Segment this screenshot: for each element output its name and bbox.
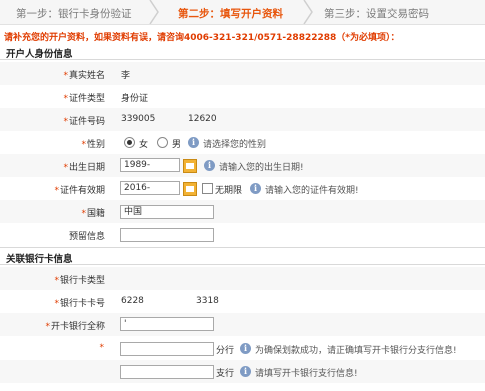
row-birth-date: *出生日期 1989- i 请输入您的出生日期! xyxy=(0,154,485,177)
sub-branch-input[interactable] xyxy=(120,365,214,379)
card-number-value-prefix: 6228 xyxy=(121,296,144,306)
card-type-label: *银行卡类型 xyxy=(54,276,105,286)
branch-suffix: 分行 xyxy=(216,346,235,356)
birth-date-hint: 请输入您的出生日期! xyxy=(219,163,304,173)
id-validity-label: *证件有效期 xyxy=(54,186,105,196)
gender-male-radio[interactable] xyxy=(157,137,168,148)
section-divider xyxy=(0,59,485,60)
row-card-type: *银行卡类型 xyxy=(0,267,485,290)
row-gender: *性别 女 男 i 请选择您的性别 xyxy=(0,131,485,154)
gender-female-label: 女 xyxy=(139,140,149,150)
real-name-label: *真实姓名 xyxy=(63,71,105,81)
branch-input[interactable] xyxy=(120,342,214,356)
bank-section-title: 关联银行卡信息 xyxy=(6,254,73,265)
id-validity-hint: 请输入您的证件有效期! xyxy=(265,186,359,196)
nationality-label: *国籍 xyxy=(81,209,105,219)
calendar-icon[interactable] xyxy=(183,182,197,196)
birth-date-input[interactable]: 1989- xyxy=(120,158,180,172)
nationality-input[interactable]: 中国 xyxy=(120,205,214,219)
gender-female-radio[interactable] xyxy=(124,137,135,148)
bank-name-input[interactable]: ' xyxy=(120,317,214,331)
reserved-info-input[interactable] xyxy=(120,228,214,242)
step-2-label: 第二步：填写开户资料 xyxy=(178,8,283,20)
sub-branch-suffix: 支行 xyxy=(216,369,235,379)
row-real-name: *真实姓名 李 xyxy=(0,62,485,85)
row-id-number: *证件号码 339005 12620 xyxy=(0,108,485,131)
row-bank-name: *开卡银行全称 ' xyxy=(0,313,485,336)
unlimited-checkbox[interactable] xyxy=(202,183,213,194)
row-branch: * 分行 i 为确保划款成功，请正确填写开卡银行分支行信息! xyxy=(0,337,485,360)
step-separator-icon xyxy=(149,0,159,24)
id-type-label: *证件类型 xyxy=(63,94,105,104)
id-validity-input[interactable]: 2016- xyxy=(120,181,180,195)
real-name-value: 李 xyxy=(121,71,131,81)
section-divider xyxy=(0,247,485,248)
info-icon: i xyxy=(240,343,251,354)
sub-branch-hint: 请填写开卡银行支行信息! xyxy=(255,369,358,379)
id-type-value: 身份证 xyxy=(121,94,149,104)
birth-date-label: *出生日期 xyxy=(63,163,105,173)
section-divider xyxy=(0,264,485,265)
gender-hint: 请选择您的性别 xyxy=(203,140,267,150)
identity-section-title: 开户人身份信息 xyxy=(6,49,73,60)
row-id-validity: *证件有效期 2016- 无期限 i 请输入您的证件有效期! xyxy=(0,177,485,200)
bank-name-label: *开卡银行全称 xyxy=(45,322,105,332)
calendar-icon[interactable] xyxy=(183,159,197,173)
steps-bar: 第一步：银行卡身份验证 第二步：填写开户资料 第三步：设置交易密码 xyxy=(0,0,485,25)
info-icon: i xyxy=(250,183,261,194)
notice-text: 请补充您的开户资料，如果资料有误，请咨询4006-321-321/0571-28… xyxy=(4,33,400,43)
info-icon: i xyxy=(204,160,215,171)
id-number-value-prefix: 339005 xyxy=(121,114,156,124)
card-number-label: *银行卡卡号 xyxy=(54,299,105,309)
card-number-value-suffix: 3318 xyxy=(196,296,219,306)
unlimited-label: 无期限 xyxy=(215,186,243,196)
info-icon: i xyxy=(188,137,199,148)
row-reserved-info: 预留信息 xyxy=(0,223,485,246)
id-number-value-suffix: 12620 xyxy=(188,114,217,124)
gender-label: *性别 xyxy=(81,140,105,150)
step-1-label: 第一步：银行卡身份验证 xyxy=(16,8,132,20)
row-sub-branch: 支行 i 请填写开卡银行支行信息! xyxy=(0,360,485,383)
branch-required-mark: * xyxy=(99,343,105,353)
row-id-type: *证件类型 身份证 xyxy=(0,85,485,108)
gender-male-label: 男 xyxy=(172,140,182,150)
step-separator-icon xyxy=(303,0,313,24)
row-card-number: *银行卡卡号 6228 3318 xyxy=(0,290,485,313)
branch-hint: 为确保划款成功，请正确填写开卡银行分支行信息! xyxy=(255,346,457,356)
info-icon: i xyxy=(240,366,251,377)
step-3-label: 第三步：设置交易密码 xyxy=(324,8,429,20)
row-nationality: *国籍 中国 xyxy=(0,200,485,223)
reserved-info-label: 预留信息 xyxy=(68,232,105,242)
id-number-label: *证件号码 xyxy=(63,117,105,127)
